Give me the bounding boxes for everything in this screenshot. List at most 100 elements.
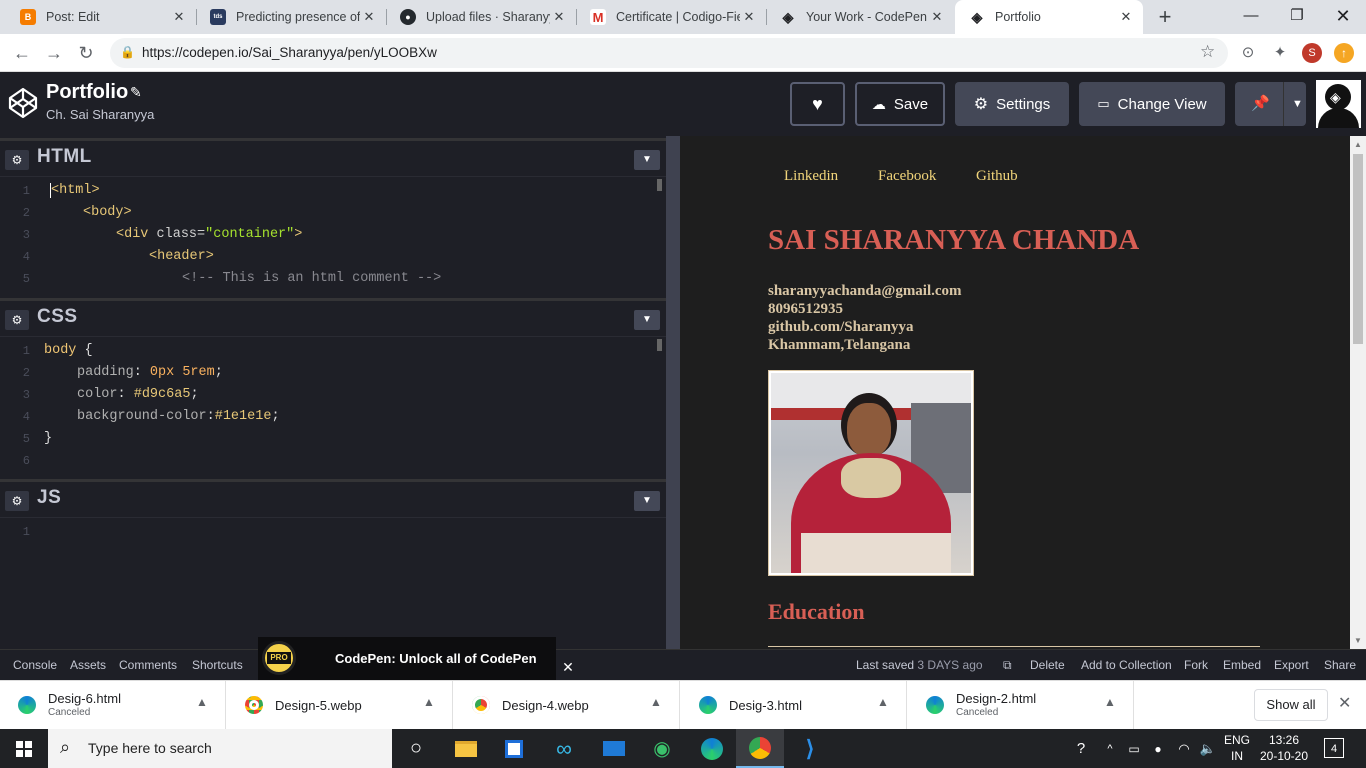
tab-predicting[interactable]: tds Predicting presence of H ✕ xyxy=(196,0,386,34)
html-settings-icon[interactable]: ⚙ xyxy=(5,150,29,170)
change-view-button[interactable]: ▭ Change View xyxy=(1079,82,1225,126)
task-view-icon[interactable]: ○ xyxy=(392,729,440,768)
css-settings-icon[interactable]: ⚙ xyxy=(5,310,29,330)
js-settings-icon[interactable]: ⚙ xyxy=(5,491,29,511)
edge-icon[interactable] xyxy=(688,729,736,768)
panel-resize-handle[interactable] xyxy=(666,136,680,649)
code-line: color: #d9c6a5; xyxy=(77,387,199,402)
chrome-icon[interactable] xyxy=(736,729,784,768)
close-icon[interactable]: ✕ xyxy=(928,9,946,25)
chevron-up-icon[interactable]: ▲ xyxy=(877,695,889,709)
scrollbar[interactable] xyxy=(657,179,662,191)
html-editor[interactable]: 1 2 3 4 5 <html> <body> <div class="cont… xyxy=(0,176,666,296)
bookmark-star-icon[interactable]: ☆ xyxy=(1200,42,1215,62)
chevron-down-icon[interactable]: ▼ xyxy=(634,310,660,330)
close-icon[interactable]: ✕ xyxy=(558,657,578,677)
chevron-down-icon[interactable]: ▼ xyxy=(634,491,660,511)
tab-your-work[interactable]: ◈ Your Work - CodePen ✕ xyxy=(766,0,954,34)
download-item[interactable]: Desig-6.html Canceled ▲ xyxy=(0,681,226,730)
edge-icon xyxy=(18,696,36,714)
nav-link-linkedin[interactable]: Linkedin xyxy=(784,168,838,185)
save-button[interactable]: ☁ Save xyxy=(855,82,945,126)
tab-post-edit[interactable]: B Post: Edit ✕ xyxy=(6,0,196,34)
puzzle-icon[interactable]: ✦ xyxy=(1266,39,1294,67)
scrollbar[interactable] xyxy=(657,339,662,351)
chevron-down-icon[interactable]: ▼ xyxy=(634,150,660,170)
css-editor[interactable]: 1 2 3 4 5 6 body { padding: 0px 5rem; co… xyxy=(0,336,666,478)
download-item[interactable]: Desig-3.html ▲ xyxy=(681,681,907,730)
help-icon[interactable]: ? xyxy=(1066,729,1096,768)
volume-icon[interactable]: 🔈 xyxy=(1196,729,1220,768)
map-pin-icon[interactable]: ◉ xyxy=(638,729,686,768)
close-icon[interactable]: ✕ xyxy=(1338,693,1351,713)
back-icon[interactable]: ← xyxy=(8,39,36,67)
add-to-collection-button[interactable]: Add to Collection xyxy=(1081,658,1172,672)
assets-button[interactable]: Assets xyxy=(70,658,106,672)
js-editor[interactable]: 1 xyxy=(0,517,666,649)
show-all-button[interactable]: Show all xyxy=(1254,689,1328,721)
comments-button[interactable]: Comments xyxy=(119,658,177,672)
profile-avatar[interactable]: S xyxy=(1302,43,1322,63)
chevron-down-icon[interactable]: ▼ xyxy=(1292,98,1303,110)
console-button[interactable]: Console xyxy=(13,658,57,672)
tab-certificate[interactable]: M Certificate | Codigo-Fie ✕ xyxy=(576,0,766,34)
edit-pencil-icon[interactable]: ✎ xyxy=(130,84,142,101)
notification-center-icon[interactable]: 4 xyxy=(1324,738,1344,758)
tab-title: Predicting presence of H xyxy=(236,10,360,24)
download-item[interactable]: Design-2.html Canceled ▲ xyxy=(908,681,1134,730)
tab-upload-files[interactable]: ● Upload files · Sharanyya ✕ xyxy=(386,0,576,34)
nav-link-github[interactable]: Github xyxy=(976,168,1018,185)
export-button[interactable]: Export xyxy=(1274,658,1309,672)
fork-button[interactable]: Fork xyxy=(1184,658,1208,672)
share-button[interactable]: Share xyxy=(1324,658,1356,672)
file-explorer-icon[interactable] xyxy=(442,729,490,768)
pro-promo-banner[interactable]: PRO CodePen: Unlock all of CodePen ✕ xyxy=(258,637,578,680)
heart-button[interactable]: ♥ xyxy=(790,82,845,126)
embed-button[interactable]: Embed xyxy=(1223,658,1261,672)
chevron-up-icon[interactable]: ▲ xyxy=(423,695,435,709)
tab-portfolio[interactable]: ◈ Portfolio ✕ xyxy=(955,0,1143,34)
store-icon[interactable] xyxy=(490,729,538,768)
shortcuts-button[interactable]: Shortcuts xyxy=(192,658,243,672)
chevron-up-icon[interactable]: ▲ xyxy=(650,695,662,709)
download-item[interactable]: Design-5.webp ▲ xyxy=(227,681,453,730)
preview-scrollbar[interactable]: ▲ ▼ xyxy=(1350,136,1366,649)
pen-title[interactable]: Portfolio xyxy=(46,81,128,104)
mail-icon[interactable] xyxy=(590,729,638,768)
reload-icon[interactable]: ↻ xyxy=(72,39,100,67)
taskbar-search[interactable]: ⌕ Type here to search xyxy=(48,729,392,768)
close-window-button[interactable]: ✕ xyxy=(1320,0,1366,32)
clock[interactable]: 13:26 20-10-20 xyxy=(1258,732,1310,764)
antivirus-icon[interactable]: ● xyxy=(1146,729,1170,768)
close-icon[interactable]: ✕ xyxy=(740,9,758,25)
wifi-icon[interactable]: ◠ xyxy=(1172,729,1196,768)
address-bar[interactable]: 🔒 https://codepen.io/Sai_Sharanyya/pen/y… xyxy=(110,38,1228,68)
close-icon[interactable]: ✕ xyxy=(1117,9,1135,25)
vscode-icon[interactable]: ⟩ xyxy=(786,729,834,768)
maximize-button[interactable]: ❐ xyxy=(1274,0,1320,32)
pin-button[interactable]: 📌 ▼ xyxy=(1235,82,1306,126)
chevron-up-icon[interactable]: ▲ xyxy=(1104,695,1116,709)
language-indicator[interactable]: ENG IN xyxy=(1222,732,1252,764)
chevron-up-icon[interactable]: ▲ xyxy=(196,695,208,709)
update-icon[interactable]: ↑ xyxy=(1334,43,1354,63)
close-icon[interactable]: ✕ xyxy=(170,9,188,25)
chevron-up-icon[interactable]: ^ xyxy=(1098,729,1122,768)
minimize-button[interactable]: — xyxy=(1228,0,1274,32)
close-icon[interactable]: ✕ xyxy=(550,9,568,25)
extension-icon[interactable]: ⊙ xyxy=(1234,39,1262,67)
close-icon[interactable]: ✕ xyxy=(360,9,378,25)
battery-icon[interactable]: ▭ xyxy=(1122,729,1146,768)
windows-start-icon[interactable] xyxy=(0,729,48,768)
delete-button[interactable]: Delete xyxy=(1030,658,1065,672)
codepen-logo-icon[interactable] xyxy=(8,87,38,119)
open-external-icon[interactable]: ⧉ xyxy=(1003,658,1012,673)
forward-icon[interactable]: → xyxy=(40,39,68,67)
nav-link-facebook[interactable]: Facebook xyxy=(878,168,936,185)
new-tab-button[interactable]: + xyxy=(1152,4,1178,30)
download-item[interactable]: Design-4.webp ▲ xyxy=(454,681,680,730)
arduino-icon[interactable]: ∞ xyxy=(540,729,588,768)
user-avatar[interactable]: ◈ xyxy=(1316,80,1361,128)
settings-button[interactable]: ⚙ Settings xyxy=(955,82,1069,126)
pen-author[interactable]: Ch. Sai Sharanyya xyxy=(46,107,154,122)
